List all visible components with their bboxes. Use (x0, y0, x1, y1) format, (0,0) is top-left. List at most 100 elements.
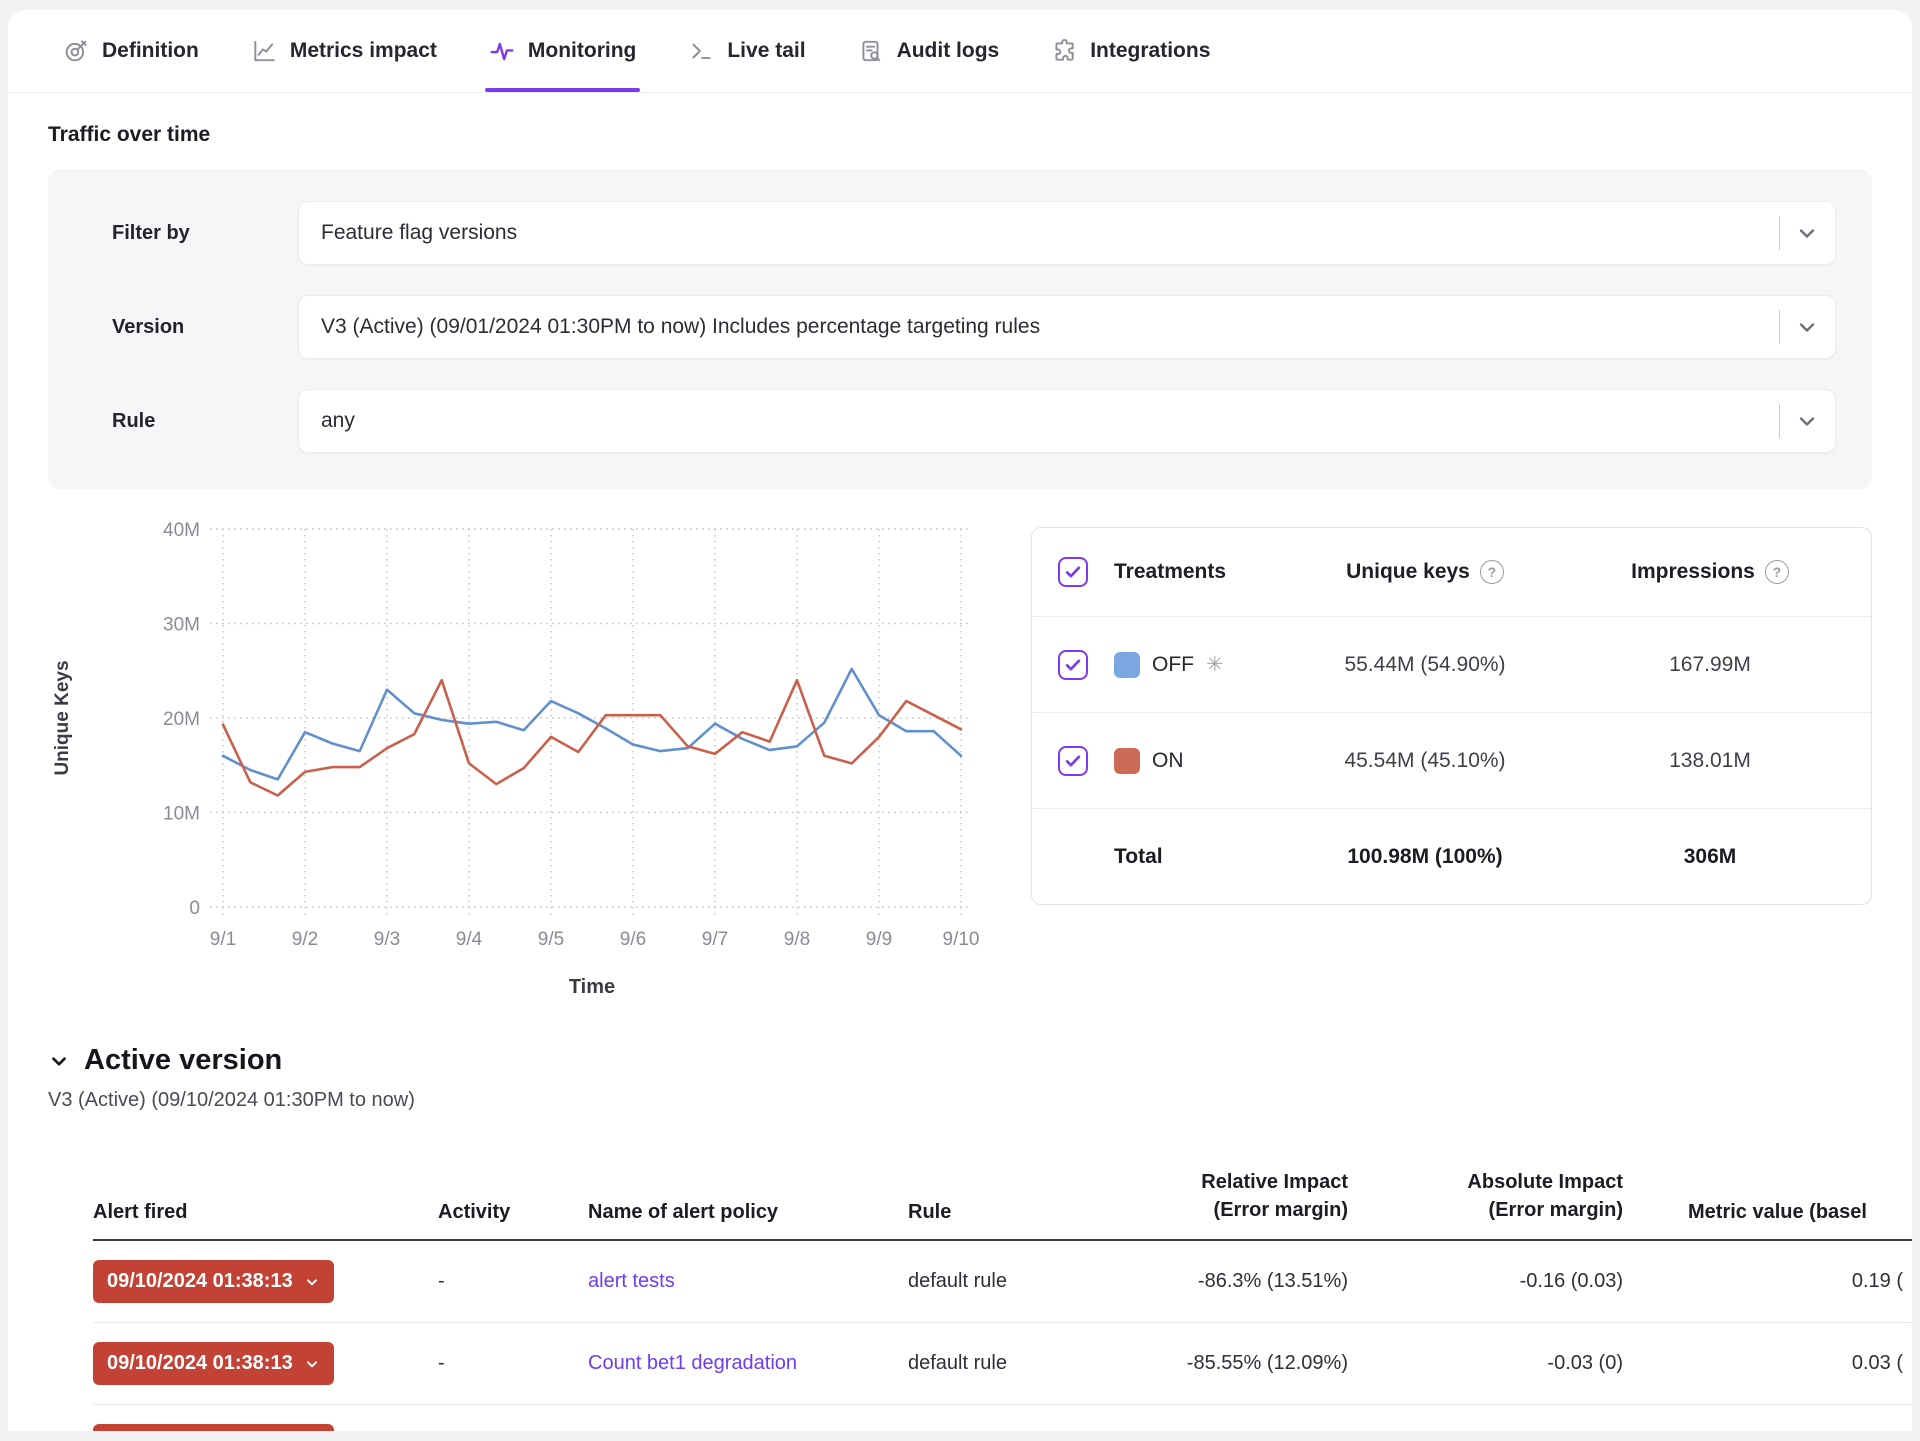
chevron-down-icon (1795, 409, 1819, 433)
tab-definition[interactable]: Definition (63, 10, 199, 92)
alert-absolute-impact: -0.16 (0.03) (1520, 1270, 1623, 1293)
tab-live-tail[interactable]: Live tail (688, 10, 805, 92)
svg-text:20M: 20M (163, 709, 200, 730)
col-policy: Name of alert policy (588, 1136, 908, 1239)
alert-fired-badge[interactable]: 09/10/2024 01:38:13 (93, 1342, 334, 1385)
svg-text:Time: Time (569, 976, 615, 998)
treatment-name: ON (1152, 749, 1184, 773)
integrations-icon (1051, 38, 1077, 64)
rule-row: Rule any (112, 389, 1836, 453)
on-treatment-checkbox[interactable] (1058, 746, 1088, 776)
svg-text:10M: 10M (163, 804, 200, 825)
rule-value: any (321, 409, 1779, 433)
alert-metric-value: 0.19 ( (1852, 1270, 1903, 1293)
alert-row: 09/10/2024 01:46:53 - Custom metrics ale… (93, 1405, 1912, 1431)
alert-policy-link[interactable]: alert tests (588, 1270, 675, 1292)
tab-label: Definition (102, 39, 199, 63)
impressions-column-header: Impressions ? (1631, 560, 1789, 584)
tab-bar: Definition Metrics impact Monitoring Liv… (8, 10, 1912, 93)
alerts-table-header: Alert fired Activity Name of alert polic… (93, 1136, 1912, 1241)
app-window: Definition Metrics impact Monitoring Liv… (8, 10, 1912, 1431)
col-alert-fired: Alert fired (93, 1136, 438, 1239)
chevron-down-icon (1795, 221, 1819, 245)
off-treatment-checkbox[interactable] (1058, 650, 1088, 680)
treatment-row-on: ON 45.54M (45.10%) 138.01M (1032, 712, 1871, 808)
alert-rule: default rule (908, 1270, 1083, 1293)
chart-section: 010M20M30M40M9/19/29/39/49/59/69/79/89/9… (48, 515, 1872, 1010)
svg-text:9/1: 9/1 (210, 929, 236, 950)
treatments-card: Treatments Unique keys ? Impressions ? (1031, 527, 1872, 905)
svg-text:9/10: 9/10 (943, 929, 980, 950)
definition-icon (63, 38, 89, 64)
alert-absolute-impact: -0.03 (0) (1547, 1352, 1623, 1375)
tab-label: Metrics impact (290, 39, 437, 63)
active-version-section: Active version V3 (Active) (09/10/2024 0… (48, 1044, 1872, 1112)
active-version-title: Active version (84, 1044, 282, 1077)
total-unique-keys: 100.98M (100%) (1347, 845, 1502, 869)
help-icon[interactable]: ? (1765, 560, 1789, 584)
tabs: Definition Metrics impact Monitoring Liv… (63, 10, 1210, 92)
rule-select[interactable]: any (298, 389, 1836, 453)
svg-text:9/7: 9/7 (702, 929, 728, 950)
treatment-name: OFF (1152, 653, 1194, 677)
alerts-table: Alert fired Activity Name of alert polic… (48, 1136, 1912, 1431)
tab-label: Live tail (727, 39, 805, 63)
chevron-down-icon (304, 1356, 320, 1372)
svg-text:30M: 30M (163, 615, 200, 636)
alert-activity: - (438, 1352, 588, 1375)
svg-text:9/4: 9/4 (456, 929, 483, 950)
page-title: Traffic over time (48, 123, 1872, 147)
version-label: Version (112, 316, 298, 339)
filter-by-select[interactable]: Feature flag versions (298, 201, 1836, 265)
alert-row: 09/10/2024 01:38:13 - alert tests defaul… (93, 1241, 1912, 1323)
filter-by-value: Feature flag versions (321, 221, 1779, 245)
col-relative-impact: Relative Impact (Error margin) (1083, 1136, 1348, 1239)
filter-by-label: Filter by (112, 222, 298, 245)
alert-relative-impact: -85.55% (12.09%) (1187, 1352, 1348, 1375)
unique-keys-column-header: Unique keys ? (1346, 560, 1504, 584)
off-impressions: 167.99M (1669, 653, 1751, 677)
on-color-swatch (1114, 748, 1140, 774)
alert-row: 09/10/2024 01:38:13 - Count bet1 degrada… (93, 1323, 1912, 1405)
monitoring-icon (489, 38, 515, 64)
alert-metric-value: 0.03 ( (1852, 1352, 1903, 1375)
on-unique-keys: 45.54M (45.10%) (1344, 749, 1505, 773)
on-impressions: 138.01M (1669, 749, 1751, 773)
tab-metrics-impact[interactable]: Metrics impact (251, 10, 437, 92)
collapse-chevron-icon[interactable] (48, 1050, 70, 1072)
treatments-select-all-checkbox[interactable] (1058, 557, 1088, 587)
alert-fired-badge[interactable]: 09/10/2024 01:46:53 (93, 1424, 334, 1431)
svg-text:9/9: 9/9 (866, 929, 892, 950)
treatments-total-row: Total 100.98M (100%) 306M (1032, 808, 1871, 904)
version-select[interactable]: V3 (Active) (09/01/2024 01:30PM to now) … (298, 295, 1836, 359)
treatments-column-header: Treatments (1114, 560, 1226, 584)
alert-activity: - (438, 1270, 588, 1293)
off-unique-keys: 55.44M (54.90%) (1344, 653, 1505, 677)
col-activity: Activity (438, 1136, 588, 1239)
tab-audit-logs[interactable]: Audit logs (858, 10, 1000, 92)
chevron-down-icon (304, 1274, 320, 1290)
off-color-swatch (1114, 652, 1140, 678)
tab-label: Integrations (1090, 39, 1210, 63)
svg-text:9/3: 9/3 (374, 929, 400, 950)
tab-monitoring[interactable]: Monitoring (489, 10, 636, 92)
alert-fired-badge[interactable]: 09/10/2024 01:38:13 (93, 1260, 334, 1303)
default-treatment-icon: ✳ (1206, 652, 1224, 677)
svg-text:0: 0 (189, 898, 200, 919)
alert-relative-impact: -86.3% (13.51%) (1198, 1270, 1348, 1293)
version-value: V3 (Active) (09/01/2024 01:30PM to now) … (321, 315, 1779, 339)
select-divider (1779, 216, 1780, 250)
alert-rule: default rule (908, 1352, 1083, 1375)
tab-integrations[interactable]: Integrations (1051, 10, 1210, 92)
audit-logs-icon (858, 38, 884, 64)
svg-text:9/8: 9/8 (784, 929, 810, 950)
svg-text:9/6: 9/6 (620, 929, 646, 950)
svg-text:9/2: 9/2 (292, 929, 318, 950)
total-impressions: 306M (1684, 845, 1737, 869)
live-tail-icon (688, 38, 714, 64)
alert-policy-link[interactable]: Count bet1 degradation (588, 1352, 797, 1374)
active-version-subtitle: V3 (Active) (09/10/2024 01:30PM to now) (48, 1089, 1872, 1112)
version-row: Version V3 (Active) (09/01/2024 01:30PM … (112, 295, 1836, 359)
help-icon[interactable]: ? (1480, 560, 1504, 584)
col-rule: Rule (908, 1136, 1083, 1239)
